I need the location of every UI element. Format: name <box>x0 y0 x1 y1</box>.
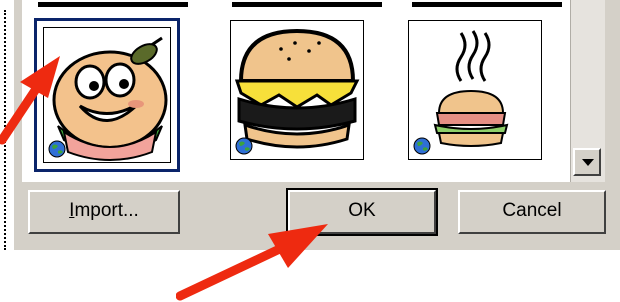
thumbnail-frame <box>230 20 364 160</box>
import-button-label-rest: mport... <box>74 200 139 221</box>
chevron-down-icon <box>582 159 594 166</box>
scroll-down-button[interactable] <box>573 148 601 176</box>
annotation-arrow-thumbnail <box>0 56 60 145</box>
clip-thumbnail-steaming-sandwich[interactable] <box>404 18 550 172</box>
import-button[interactable]: Import... <box>28 190 180 234</box>
gallery-row-divider <box>412 2 562 7</box>
clip-gallery <box>22 0 570 182</box>
cancel-button-label: Cancel <box>502 200 562 221</box>
globe-icon <box>235 137 253 155</box>
globe-icon <box>413 137 431 155</box>
ok-button-label: OK <box>348 200 376 221</box>
gallery-row-divider <box>232 2 382 7</box>
vertical-scrollbar[interactable] <box>570 0 605 182</box>
thumbnail-frame <box>408 20 542 160</box>
gallery-row-divider <box>38 2 188 7</box>
annotation-arrow-ok <box>176 224 328 301</box>
clip-thumbnail-cheeseburger[interactable] <box>226 18 372 172</box>
cancel-button[interactable]: Cancel <box>458 190 606 234</box>
